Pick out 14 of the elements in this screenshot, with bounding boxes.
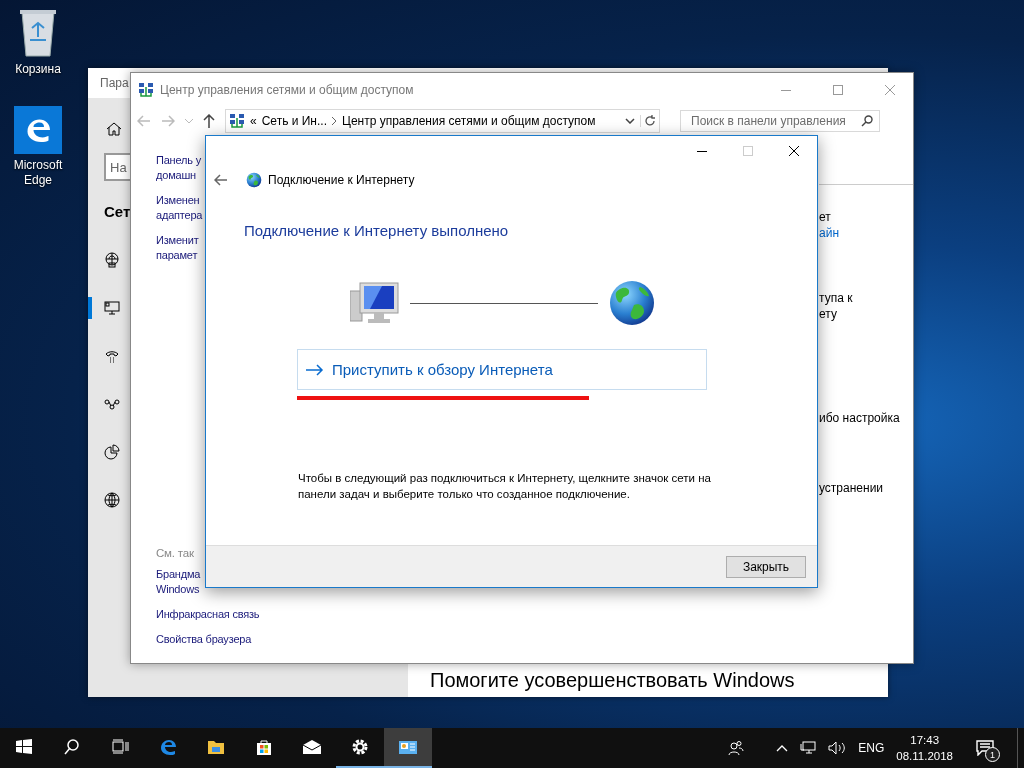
window-title: Центр управления сетями и общим доступом: [160, 83, 414, 97]
help-improve-heading: Помогите усовершенствовать Windows: [429, 669, 796, 693]
section-text: ет: [819, 209, 832, 225]
section-heading: Сет: [104, 203, 131, 220]
section-text: ибо настройка: [819, 410, 901, 426]
section-text: тупа к: [819, 290, 854, 306]
see-also-heading: См. так: [156, 547, 195, 559]
notification-count: 1: [985, 747, 1000, 762]
window-title: Пара: [100, 76, 129, 90]
section-text: ету: [819, 306, 838, 322]
dialog-heading: Подключение к Интернету выполнено: [244, 222, 510, 239]
instruction-text: Чтобы в следующий раз подключиться к Интернету, щелкните значок сети на панели задач и выберите только что созданное подключение.: [298, 471, 712, 502]
section-text: устранении: [819, 480, 885, 496]
dialog-title: Подключение к Интернету: [268, 173, 415, 187]
